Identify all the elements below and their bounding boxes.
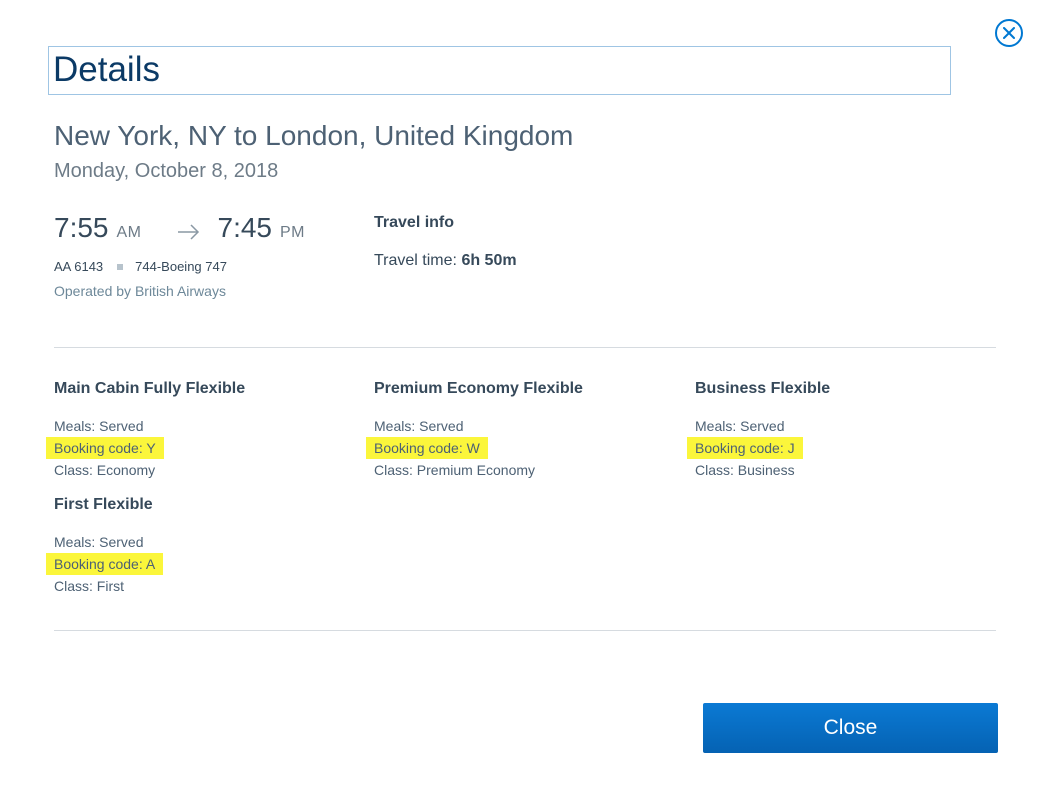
dialog-title: Details [53,50,160,89]
cabin-meals: Meals: Served [695,418,785,434]
travel-info-title: Travel info [374,214,455,231]
aircraft-type: 744-Boeing 747 [135,259,227,274]
depart-ampm: AM [116,224,142,241]
arrive-ampm: PM [280,224,305,241]
cabin-name: First Flexible [54,496,153,513]
divider-bottom [54,630,996,631]
separator-square-icon [117,263,124,270]
booking-code: Booking code: J [687,437,803,459]
flight-number: AA 6143 [54,259,104,274]
travel-time: Travel time: 6h 50m [374,252,517,270]
dialog-title-box: Details [48,46,951,95]
close-icon[interactable] [995,19,1023,47]
cabin-meals: Meals: Served [54,534,144,550]
arrow-right-icon [177,224,200,245]
cabin-class: Class: Economy [54,462,156,478]
cabin-meals: Meals: Served [374,418,464,434]
route-title: New York, NY to London, United Kingdom [54,120,574,151]
cabin-name: Premium Economy Flexible [374,380,583,397]
cabin-name: Business Flexible [695,380,831,397]
cabin-premium-economy: Premium Economy Flexible Meals: Served B… [366,380,674,481]
travel-date: Monday, October 8, 2018 [54,160,279,182]
cabin-name: Main Cabin Fully Flexible [54,380,246,397]
divider-top [54,347,996,348]
cabin-business: Business Flexible Meals: Served Booking … [687,380,995,481]
cabin-first: First Flexible Meals: Served Booking cod… [46,496,354,597]
close-button[interactable]: Close [703,703,998,753]
depart-time: 7:55 [54,212,109,243]
operated-by: Operated by British Airways [54,283,226,299]
cabin-main: Main Cabin Fully Flexible Meals: Served … [46,380,354,481]
cabin-class: Class: First [54,578,124,594]
booking-code: Booking code: W [366,437,488,459]
travel-time-value: 6h 50m [461,252,517,269]
cabin-meals: Meals: Served [54,418,144,434]
booking-code: Booking code: Y [46,437,164,459]
flight-times: 7:55 AM 7:45 PM [54,212,305,244]
cabin-class: Class: Business [695,462,795,478]
details-dialog: Details New York, NY to London, United K… [0,0,1047,799]
arrive-time: 7:45 [217,212,273,243]
flight-info: AA 6143 744-Boeing 747 [54,259,227,274]
travel-time-label: Travel time: [374,252,457,269]
cabin-class: Class: Premium Economy [374,462,536,478]
booking-code: Booking code: A [46,553,164,575]
